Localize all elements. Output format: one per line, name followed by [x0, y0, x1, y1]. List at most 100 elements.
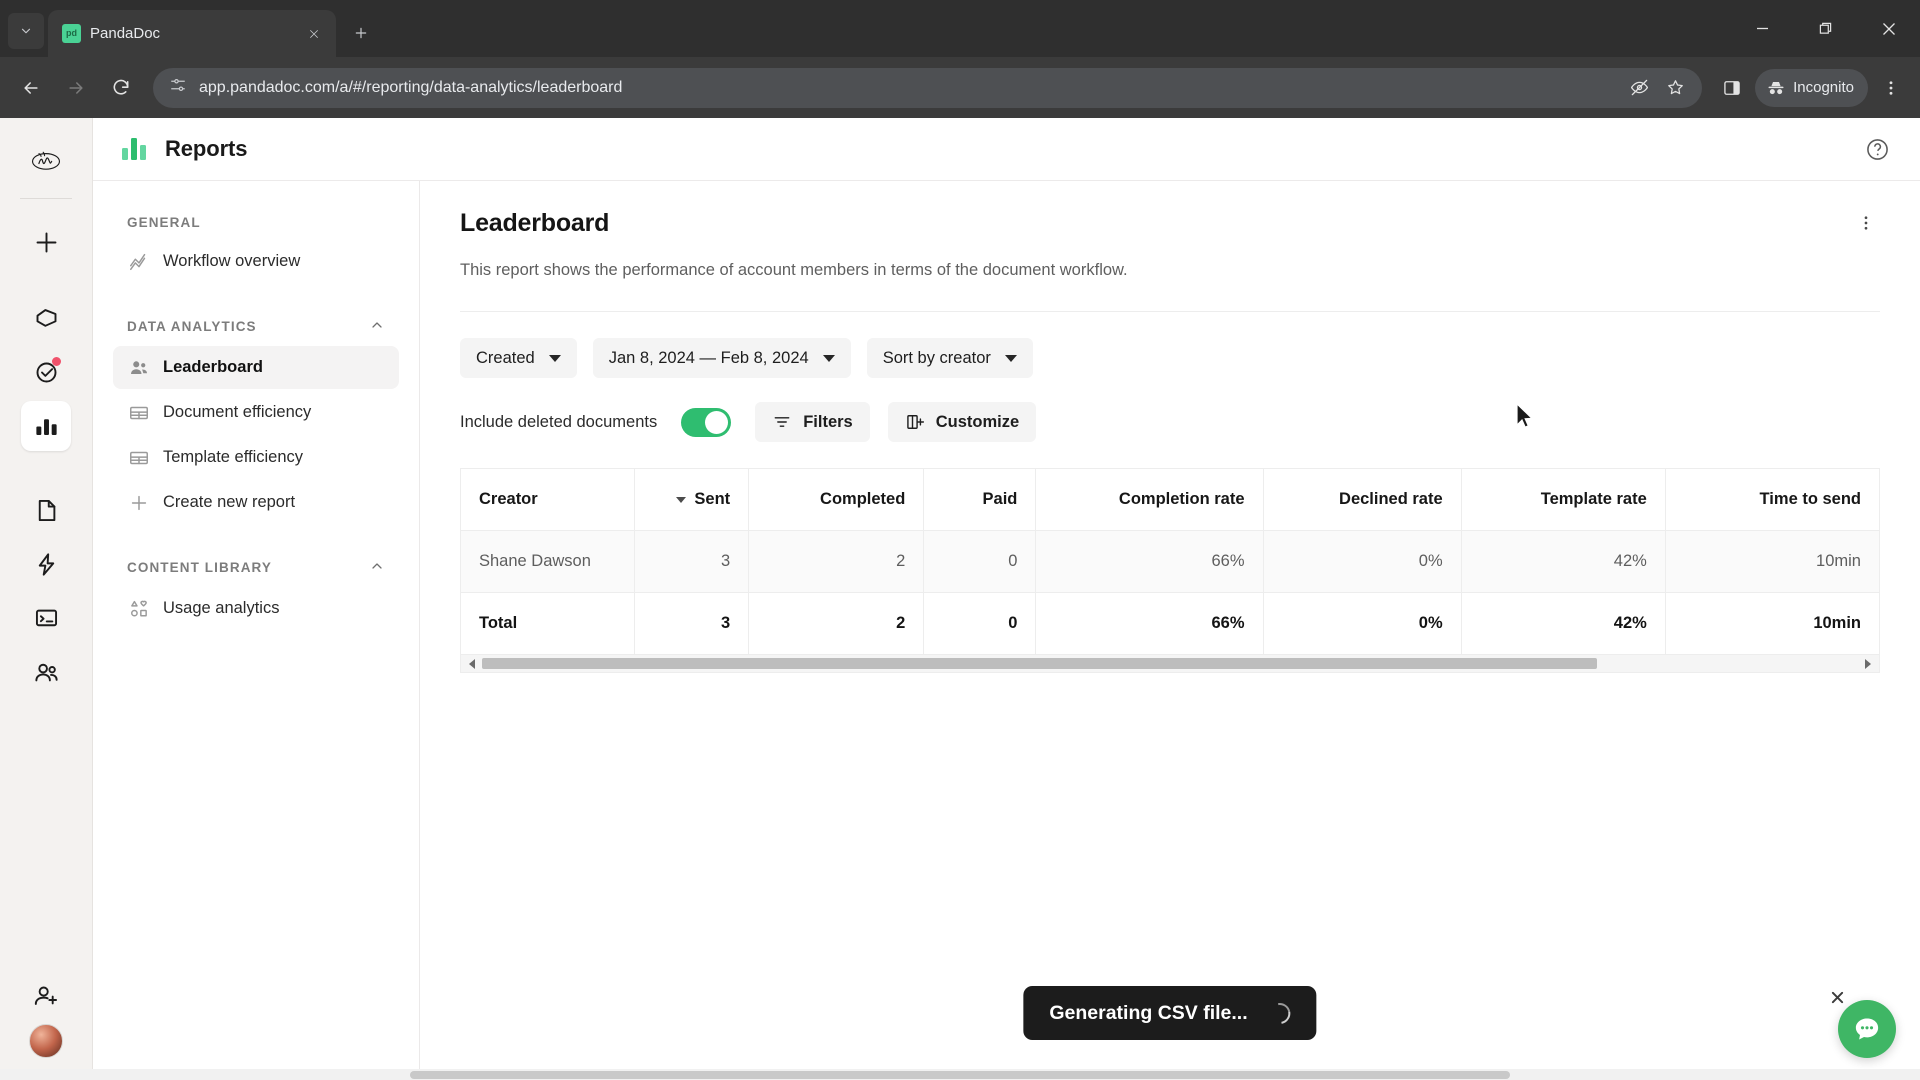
address-bar[interactable]: app.pandadoc.com/a/#/reporting/data-anal… — [153, 67, 1703, 108]
forward-button[interactable] — [55, 67, 97, 109]
column-header-sent-label: Sent — [694, 490, 731, 509]
table-horizontal-scrollbar[interactable] — [460, 655, 1880, 674]
rail-item-tasks[interactable] — [21, 347, 71, 397]
rail-item-reports[interactable] — [21, 401, 71, 451]
filter-row-secondary: Include deleted documents Filters Custom… — [460, 402, 1880, 443]
scroll-left-arrow-icon[interactable] — [465, 658, 479, 669]
column-header-creator[interactable]: Creator — [459, 468, 636, 532]
rail-divider — [20, 198, 72, 199]
scrollbar-track[interactable] — [482, 658, 1858, 670]
cell-total-completed: 2 — [748, 592, 925, 656]
chat-widget — [1831, 991, 1896, 1058]
chat-close-icon[interactable] — [1826, 986, 1848, 1008]
sidebar-item-label: Template efficiency — [163, 448, 304, 466]
cell-template-rate: 42% — [1460, 530, 1666, 594]
chevron-down-icon — [548, 354, 561, 362]
browser-tab[interactable]: pd PandaDoc — [48, 10, 336, 57]
sort-label: Sort by creator — [882, 348, 991, 367]
filter-row-primary: Created Jan 8, 2024 — Feb 8, 2024 Sort b… — [460, 338, 1880, 379]
side-panel-button[interactable] — [1713, 69, 1751, 107]
date-range-dropdown[interactable]: Jan 8, 2024 — Feb 8, 2024 — [592, 338, 851, 379]
date-range-label: Jan 8, 2024 — Feb 8, 2024 — [608, 348, 809, 367]
reports-header: Reports — [93, 118, 1920, 181]
sidebar-item-document-efficiency[interactable]: Document efficiency — [113, 391, 399, 434]
sidebar-item-leaderboard[interactable]: Leaderboard — [113, 346, 399, 389]
close-button[interactable] — [1857, 0, 1920, 57]
column-header-time-to-send[interactable]: Time to send — [1664, 468, 1881, 532]
url-text: app.pandadoc.com/a/#/reporting/data-anal… — [199, 78, 623, 96]
filter-icon — [774, 417, 790, 427]
tab-title: PandaDoc — [90, 25, 161, 42]
filters-button[interactable]: Filters — [755, 402, 870, 443]
sidebar-item-create-new-report[interactable]: Create new report — [113, 481, 399, 524]
table-row[interactable]: Shane Dawson 3 2 0 66% 0% 42% 10min — [459, 530, 1881, 594]
include-deleted-toggle[interactable] — [681, 407, 732, 437]
rail-item-automations[interactable] — [21, 539, 71, 589]
new-tab-button[interactable] — [344, 16, 378, 50]
customize-button[interactable]: Customize — [887, 402, 1037, 443]
column-header-paid[interactable]: Paid — [923, 468, 1037, 532]
sidebar-item-label: Workflow overview — [163, 252, 301, 270]
cell-total-declined-rate: 0% — [1262, 592, 1462, 656]
date-field-dropdown[interactable]: Created — [460, 338, 577, 379]
sidebar-item-workflow-overview[interactable]: Workflow overview — [113, 240, 399, 283]
column-header-template-rate[interactable]: Template rate — [1460, 468, 1666, 532]
nav-group-content-library[interactable]: CONTENT LIBRARY — [113, 550, 399, 587]
bookmark-star-icon[interactable] — [1660, 73, 1690, 103]
nav-group-data-analytics[interactable]: DATA ANALYTICS — [113, 309, 399, 346]
cell-paid: 0 — [923, 530, 1037, 594]
leaderboard-panel: Leaderboard This report shows the perfor… — [420, 181, 1920, 1080]
page-title: Reports — [165, 136, 248, 161]
incognito-label: Incognito — [1793, 79, 1854, 96]
column-header-completion-rate[interactable]: Completion rate — [1035, 468, 1264, 532]
tab-close-button[interactable] — [302, 22, 326, 46]
nav-group-content-library-label: CONTENT LIBRARY — [127, 560, 272, 575]
back-button[interactable] — [10, 67, 52, 109]
leaderboard-table: Creator Sent Completed Paid Completion r… — [459, 468, 1881, 656]
column-header-sent[interactable]: Sent — [634, 468, 750, 532]
user-avatar[interactable] — [29, 1024, 63, 1058]
chevron-up-icon[interactable] — [369, 317, 385, 336]
sort-dropdown[interactable]: Sort by creator — [866, 338, 1033, 379]
sidebar-item-usage-analytics[interactable]: Usage analytics — [113, 587, 399, 630]
reports-area: Reports GENERAL Workflow overview DATA A… — [93, 118, 1920, 1080]
report-description: This report shows the performance of acc… — [460, 261, 1128, 279]
rail-item-home[interactable] — [21, 293, 71, 343]
plus-icon — [127, 491, 150, 514]
page-scrollbar-thumb[interactable] — [410, 1071, 1510, 1079]
rail-item-documents[interactable] — [21, 485, 71, 535]
scroll-right-arrow-icon[interactable] — [1861, 658, 1875, 669]
table-total-row: Total 3 2 0 66% 0% 42% 10min — [459, 592, 1881, 656]
column-header-completed[interactable]: Completed — [748, 468, 925, 532]
minimize-button[interactable] — [1731, 0, 1794, 57]
chat-bubble-button[interactable] — [1838, 1000, 1896, 1058]
page-horizontal-scrollbar[interactable] — [0, 1069, 1920, 1080]
date-field-label: Created — [476, 348, 535, 367]
more-vertical-icon[interactable] — [1852, 209, 1880, 237]
chrome-menu-button[interactable] — [1872, 69, 1910, 107]
reload-button[interactable] — [100, 67, 142, 109]
incognito-indicator[interactable]: Incognito — [1755, 68, 1868, 107]
rail-item-create-new[interactable] — [21, 217, 71, 267]
app-rail — [0, 118, 93, 1080]
tab-search-button[interactable] — [8, 13, 44, 49]
column-header-declined-rate[interactable]: Declined rate — [1262, 468, 1462, 532]
workspace-logo[interactable] — [24, 138, 68, 182]
cell-completed: 2 — [748, 530, 925, 594]
cell-declined-rate: 0% — [1262, 530, 1462, 594]
include-deleted-label: Include deleted documents — [460, 412, 658, 431]
rail-item-invite-members[interactable] — [21, 970, 71, 1020]
sidebar-item-template-efficiency[interactable]: Template efficiency — [113, 436, 399, 479]
site-settings-icon[interactable] — [169, 76, 187, 99]
rail-item-forms[interactable] — [21, 593, 71, 643]
browser-window: pd PandaDoc app.pandadoc.com/a/#/reporti… — [0, 0, 1920, 1080]
chevron-up-icon[interactable] — [369, 558, 385, 577]
tracking-protection-icon[interactable] — [1624, 73, 1654, 103]
scrollbar-thumb[interactable] — [482, 658, 1597, 670]
maximize-button[interactable] — [1794, 0, 1857, 57]
table-icon — [127, 446, 150, 469]
help-circle-icon[interactable] — [1862, 134, 1892, 164]
tasks-badge-dot — [52, 357, 61, 366]
rail-item-contacts[interactable] — [21, 647, 71, 697]
sidebar-item-label: Leaderboard — [163, 358, 263, 376]
